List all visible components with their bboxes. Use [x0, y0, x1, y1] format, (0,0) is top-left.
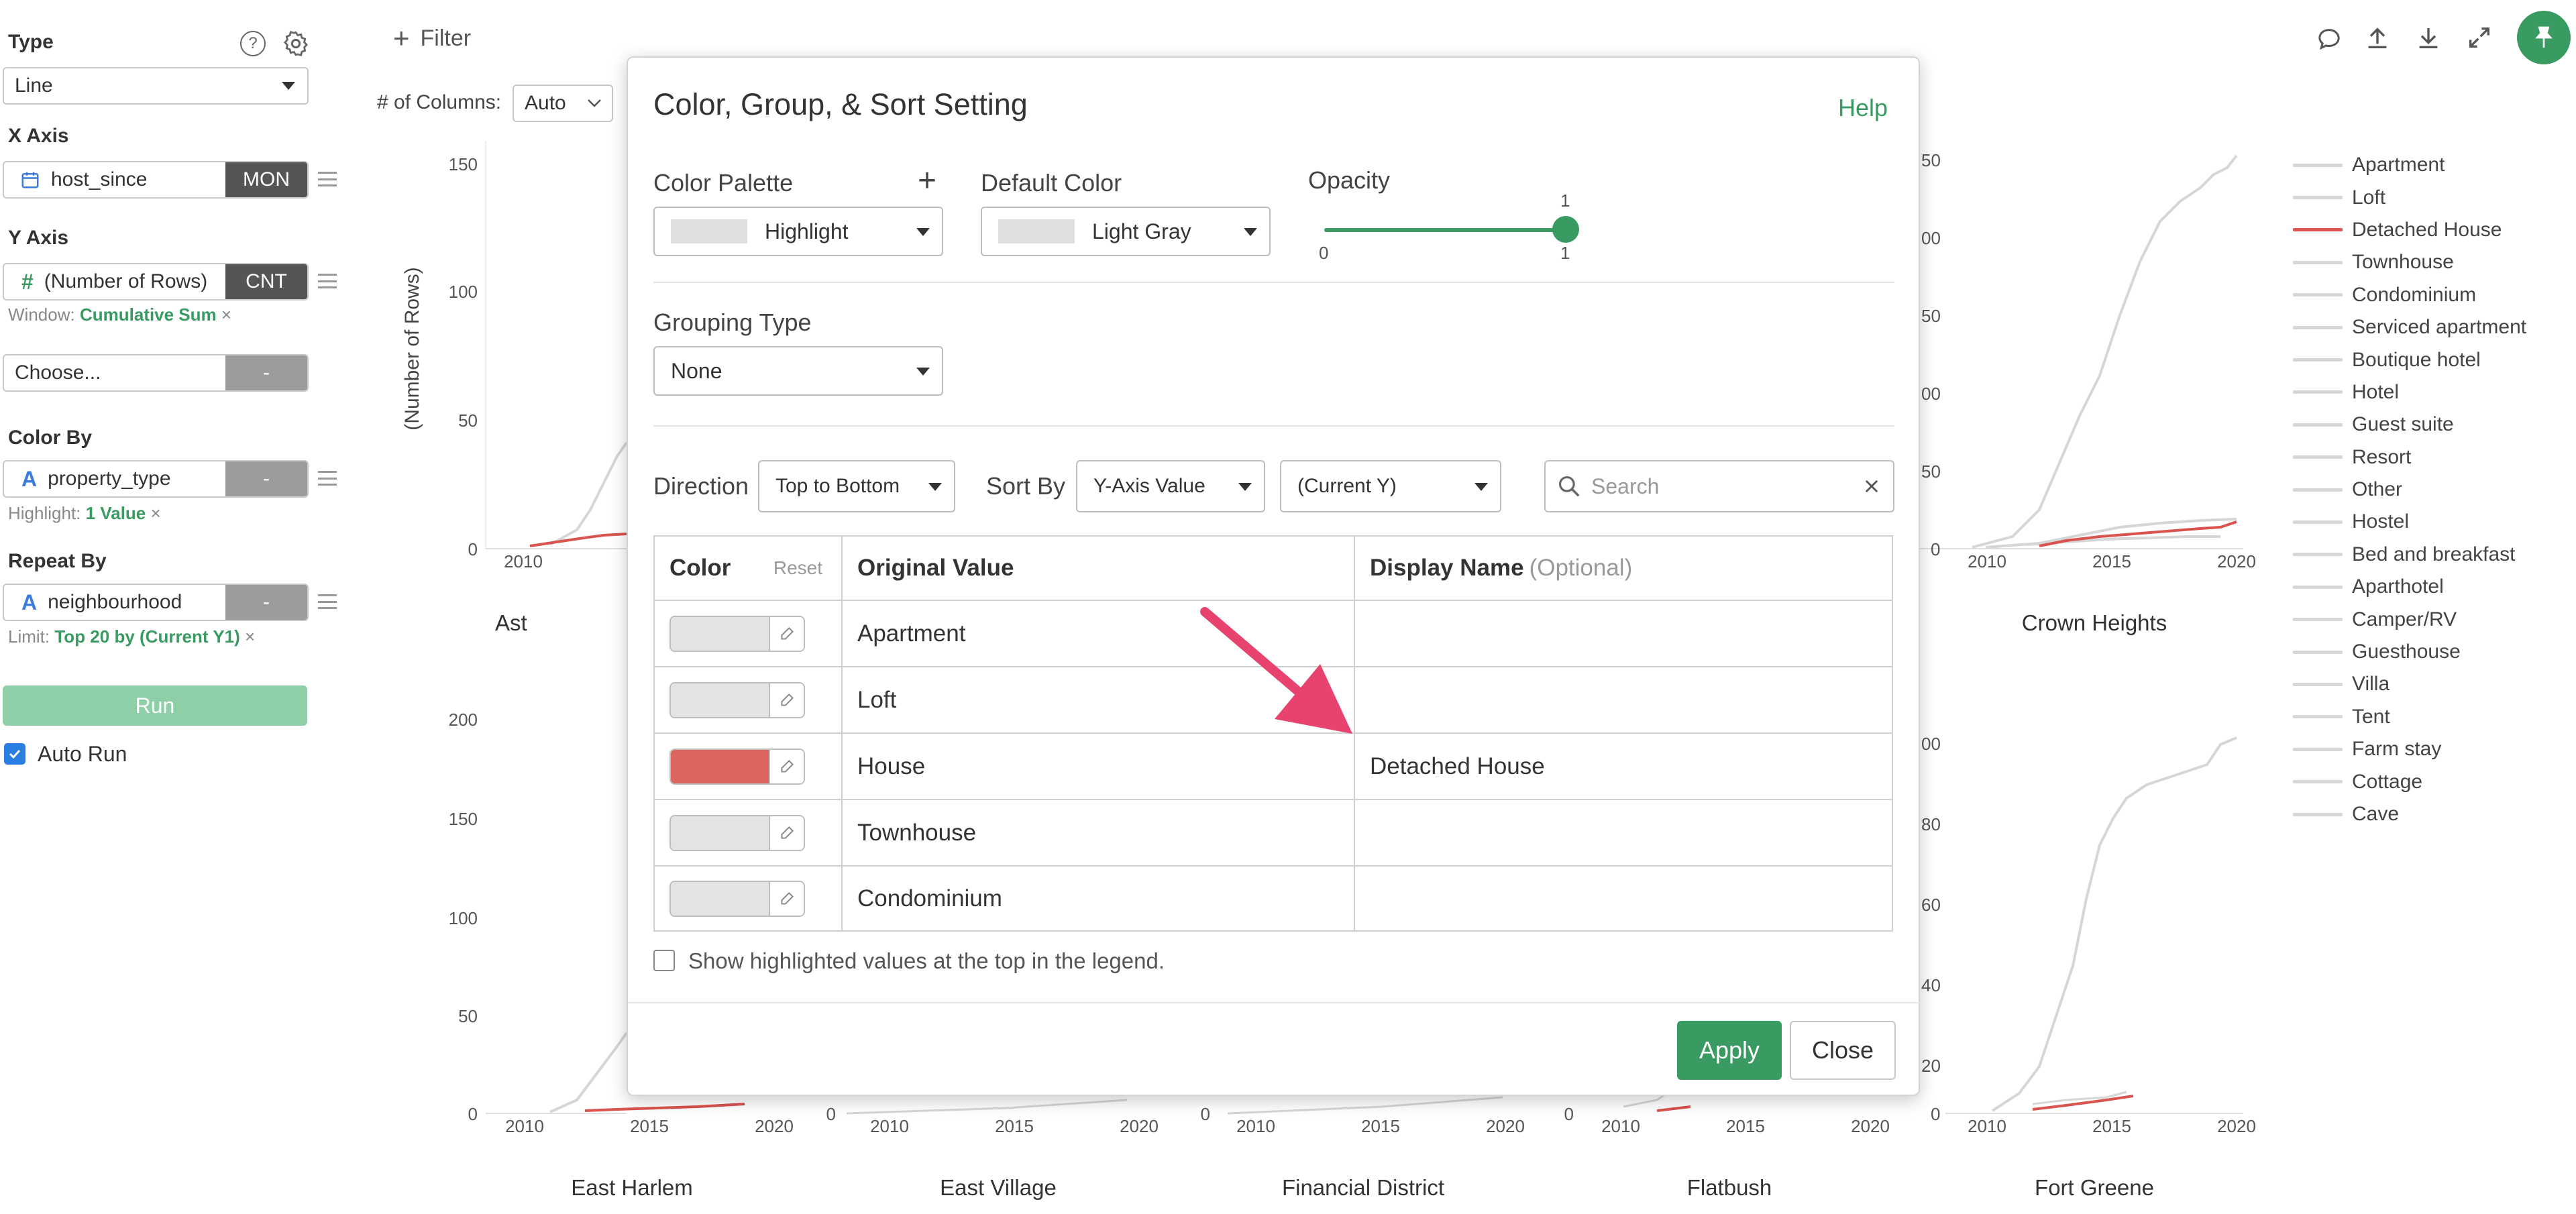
annotation-arrow	[1200, 607, 1352, 734]
